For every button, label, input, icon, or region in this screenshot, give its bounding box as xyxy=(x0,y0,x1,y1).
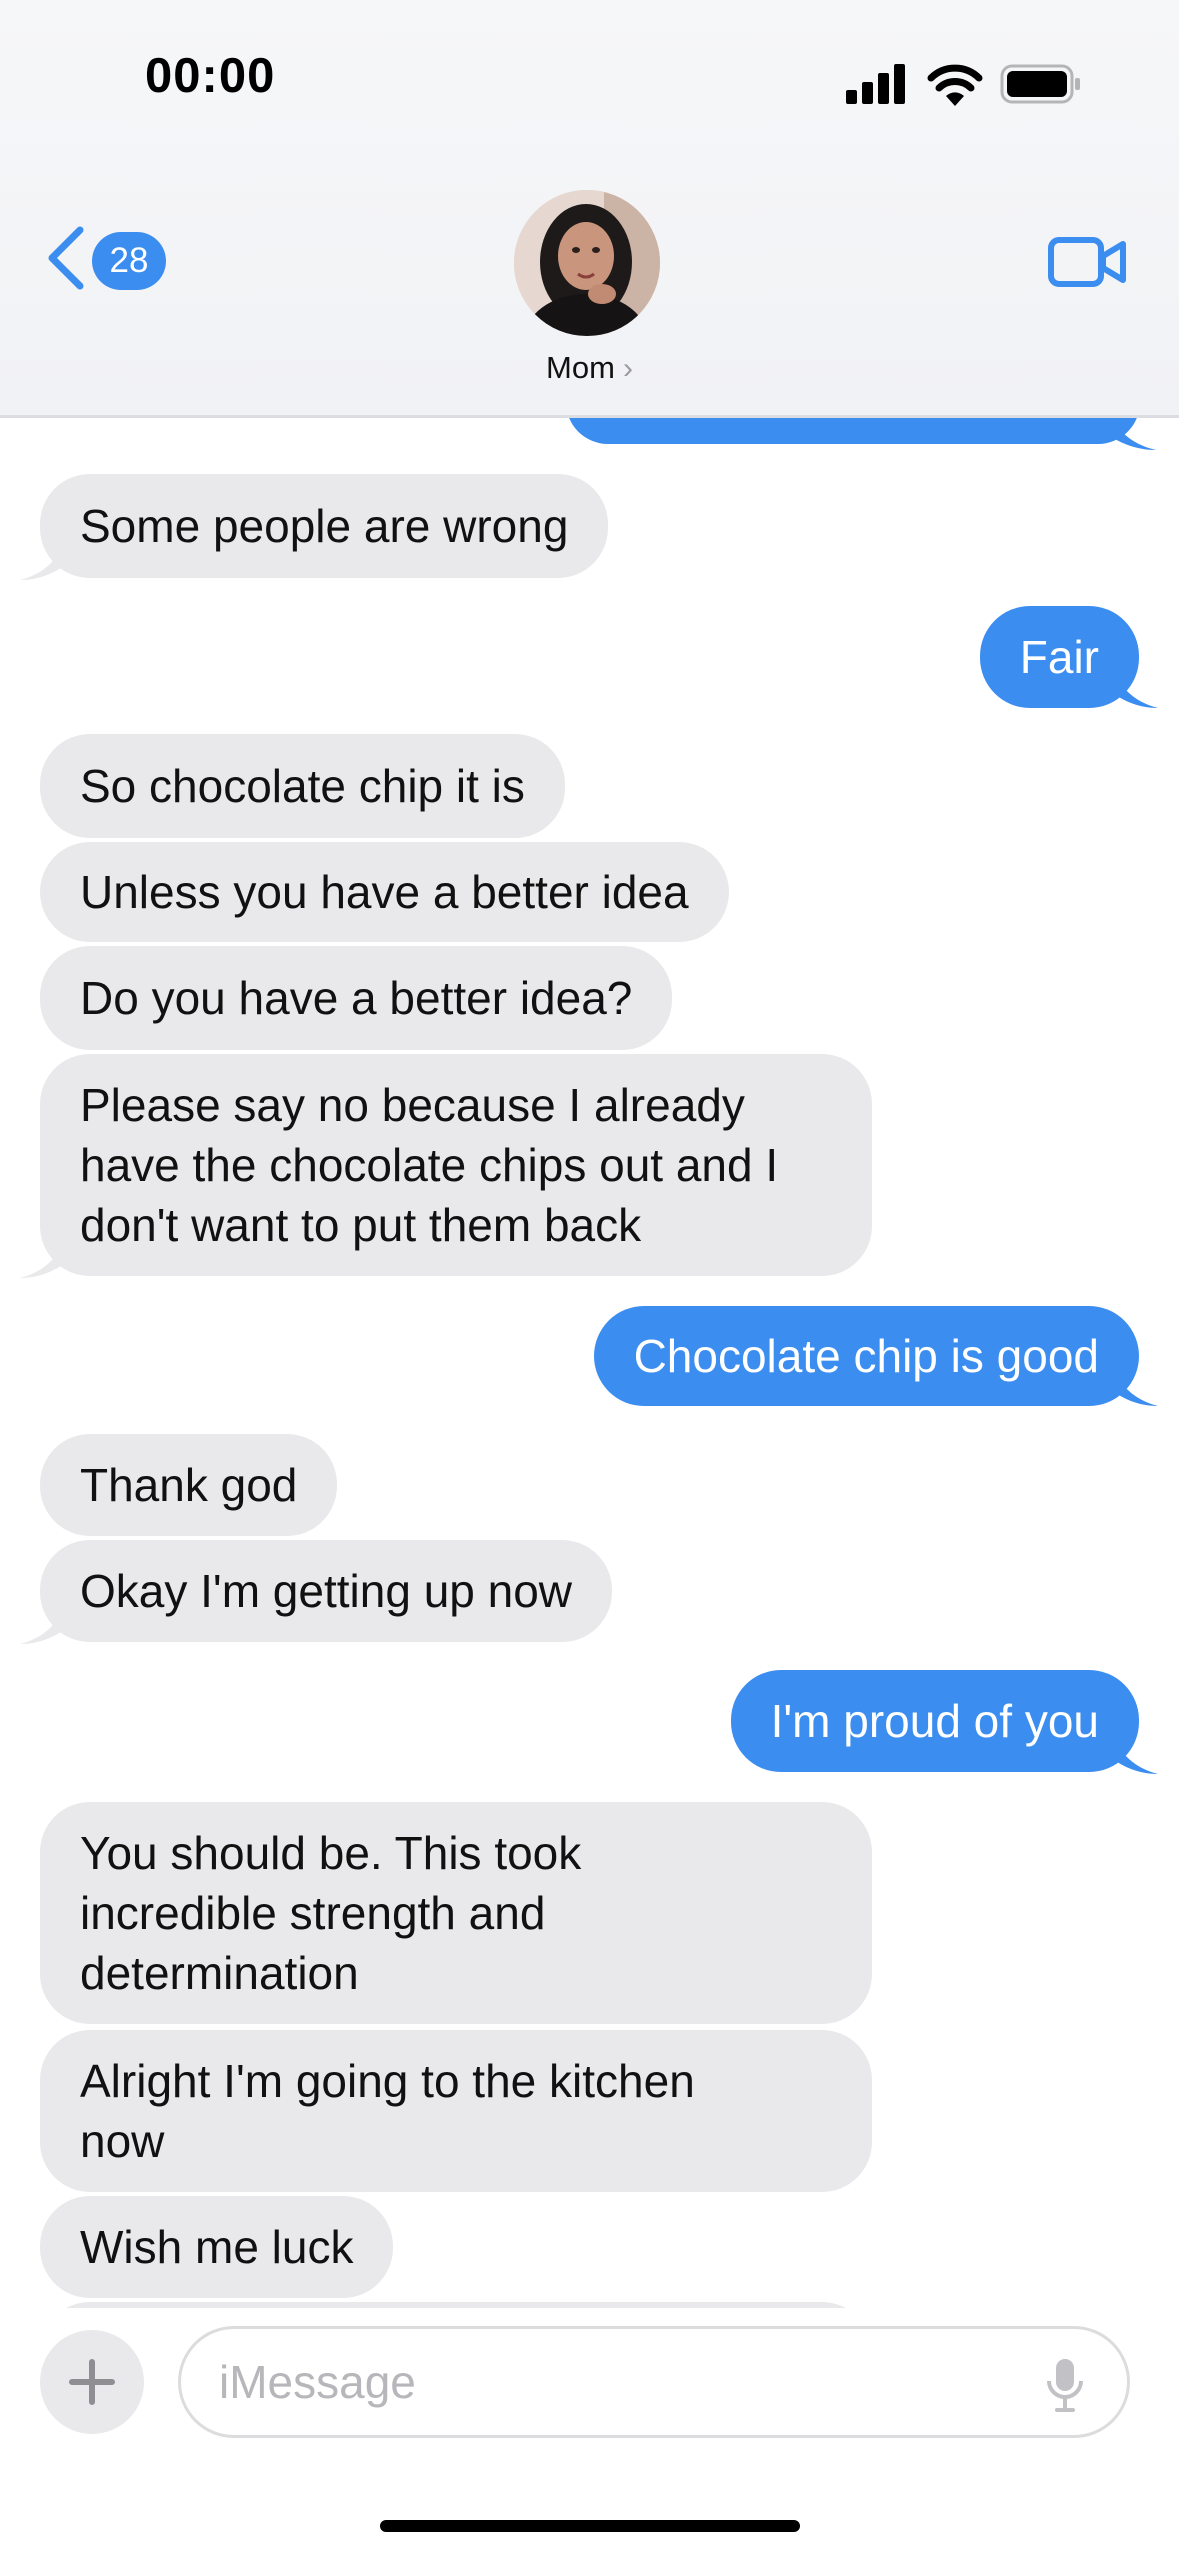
wifi-icon xyxy=(927,64,983,106)
bubble-tail xyxy=(1114,1366,1158,1406)
message-bubble-incoming[interactable]: You should be. This took incredible stre… xyxy=(40,1802,872,2024)
back-chevron-icon xyxy=(48,226,84,290)
video-camera-icon[interactable] xyxy=(1047,230,1127,292)
microphone-icon[interactable] xyxy=(1045,2357,1085,2413)
contact-name: Mom xyxy=(546,350,615,385)
avatar-photo xyxy=(514,190,660,336)
bubble-tail xyxy=(1114,1734,1158,1774)
message-bubble-incoming[interactable]: Wish me luck xyxy=(40,2196,394,2298)
message-bubble-incoming[interactable]: So chocolate chip it is xyxy=(40,734,565,838)
message-input[interactable] xyxy=(219,2329,1019,2435)
message-bubble-incoming[interactable]: Okay I'm getting up now xyxy=(40,1540,613,1642)
message-line: now xyxy=(80,2115,165,2167)
signal-icon xyxy=(846,64,908,104)
apps-plus-button[interactable] xyxy=(40,2330,144,2434)
conversation-header: 00:00 28 Mom › xyxy=(0,0,1179,418)
home-indicator xyxy=(380,2520,800,2532)
message-bubble-incoming[interactable]: Unless you have a better idea xyxy=(40,842,729,942)
bubble-tail xyxy=(20,1238,64,1278)
bubble-tail xyxy=(20,540,64,580)
message-bubble-outgoing[interactable]: Chocolate chip is good xyxy=(593,1306,1139,1406)
message-bubble-incoming[interactable]: Alright I'm going to the kitchen now xyxy=(40,2030,872,2192)
unread-count-badge: 28 xyxy=(92,232,166,290)
status-time: 00:00 xyxy=(145,49,276,103)
chevron-right-icon: › xyxy=(622,352,633,385)
message-bubble-incoming[interactable]: Please say no because I already have the… xyxy=(40,1054,872,1276)
message-line: determination xyxy=(80,1947,359,1999)
battery-icon xyxy=(1000,64,1080,104)
contact-name-button[interactable]: Mom › xyxy=(0,350,1179,386)
message-composer xyxy=(0,2308,1179,2556)
message-line: don't want to put them back xyxy=(80,1199,642,1251)
message-line: have the chocolate chips out and I xyxy=(80,1139,779,1191)
message-field[interactable] xyxy=(178,2326,1130,2438)
message-line: Alright I'm going to the kitchen xyxy=(80,2055,695,2107)
plus-icon xyxy=(69,2359,115,2405)
message-line: Please say no because I already xyxy=(80,1079,745,1131)
message-line: You should be. This took xyxy=(80,1827,582,1879)
message-line: incredible strength and xyxy=(80,1887,546,1939)
bubble-tail xyxy=(20,1604,64,1644)
back-button[interactable]: 28 xyxy=(44,222,174,292)
message-bubble-outgoing[interactable]: I'm proud of you xyxy=(730,1670,1139,1772)
contact-avatar[interactable] xyxy=(514,190,660,336)
message-bubble-incoming[interactable]: Thank god xyxy=(40,1434,338,1536)
bubble-tail xyxy=(1114,668,1158,708)
messages-screen: Some people are wrong Fair So chocolate … xyxy=(0,0,1179,2556)
message-bubble-incoming[interactable]: Do you have a better idea? xyxy=(40,946,673,1050)
message-bubble-incoming[interactable]: Some people are wrong xyxy=(40,474,609,578)
